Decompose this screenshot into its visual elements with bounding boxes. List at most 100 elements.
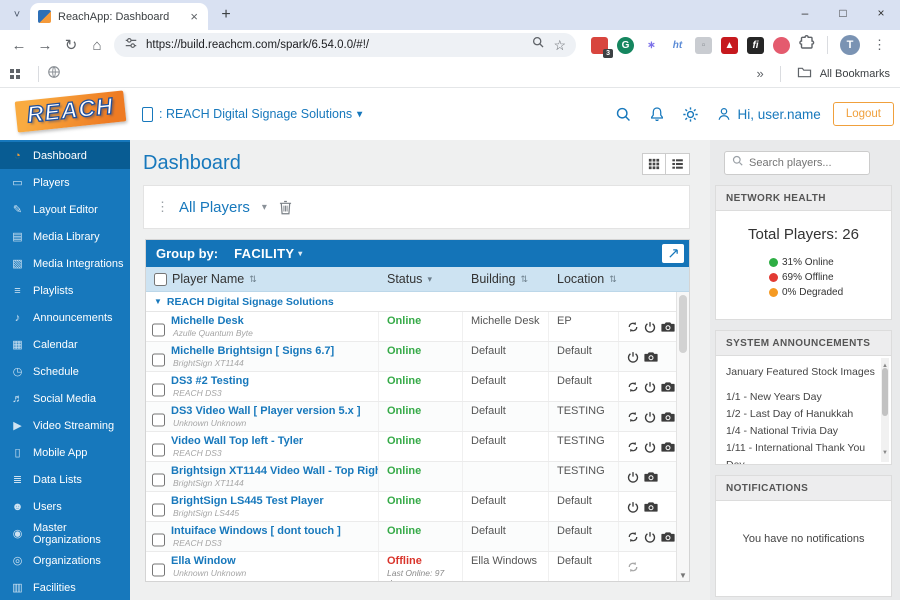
row-checkbox[interactable] — [152, 529, 165, 551]
power-icon[interactable] — [644, 441, 656, 453]
player-name-link[interactable]: Ella Window — [171, 555, 246, 567]
sort-icon[interactable]: ⇅ — [249, 274, 257, 285]
sidebar-item-users[interactable]: ☻Users — [0, 493, 130, 520]
player-name-link[interactable]: DS3 Video Wall [ Player version 5.x ] — [171, 405, 361, 417]
sidebar-item-mobile-app[interactable]: ▯Mobile App — [0, 439, 130, 466]
player-name-link[interactable]: DS3 #2 Testing — [171, 375, 249, 387]
camera-icon[interactable] — [661, 321, 675, 333]
column-header-building[interactable]: Building⇅ — [463, 267, 549, 291]
sort-icon[interactable]: ⇅ — [520, 274, 528, 285]
pink-circle-extension-icon[interactable] — [773, 37, 790, 54]
camera-icon[interactable] — [644, 351, 658, 363]
search-players-input[interactable] — [749, 157, 862, 169]
home-button[interactable]: ⌂ — [84, 32, 110, 58]
sync-icon[interactable] — [627, 381, 639, 393]
power-icon[interactable] — [627, 501, 639, 513]
row-checkbox[interactable] — [152, 469, 165, 491]
power-icon[interactable] — [644, 531, 656, 543]
announcements-scrollbar[interactable]: ▲ ▼ — [881, 358, 889, 462]
sidebar-item-master-organizations[interactable]: ◉Master Organizations — [0, 520, 130, 547]
table-scrollbar[interactable]: ▼ — [676, 292, 689, 581]
all-bookmarks-label[interactable]: All Bookmarks — [820, 68, 890, 80]
column-header-player-name[interactable]: Player Name⇅ — [146, 267, 379, 291]
camera-icon[interactable] — [661, 531, 675, 543]
select-all-checkbox[interactable] — [154, 273, 167, 286]
table-scroll-down-icon[interactable]: ▼ — [677, 571, 689, 580]
group-by-caret-icon[interactable]: ▾ — [298, 249, 302, 258]
group-collapse-caret-icon[interactable]: ▼ — [154, 297, 162, 306]
back-button[interactable]: ← — [6, 32, 32, 58]
dark-fi-extension-icon[interactable]: fi — [747, 37, 764, 54]
sidebar-item-media-library[interactable]: ▤Media Library — [0, 223, 130, 250]
notifications-bell-icon[interactable] — [649, 106, 665, 122]
table-group-row[interactable]: ▼ REACH Digital Signage Solutions — [146, 292, 689, 312]
red-badge-extension-icon[interactable]: 3 — [591, 37, 608, 54]
camera-icon[interactable] — [661, 411, 675, 423]
table-scrollbar-thumb[interactable] — [679, 295, 687, 353]
group-by-value[interactable]: FACILITY — [234, 246, 294, 261]
sort-icon[interactable]: ⇅ — [609, 274, 617, 285]
forward-button[interactable]: → — [32, 32, 58, 58]
sidebar-item-schedule[interactable]: ◷Schedule — [0, 358, 130, 385]
gray-extension-icon[interactable]: ▫ — [695, 37, 712, 54]
row-checkbox[interactable] — [152, 499, 165, 521]
bookmarks-overflow-icon[interactable]: » — [756, 66, 763, 81]
row-checkbox[interactable] — [152, 379, 165, 401]
sort-icon[interactable]: ▾ — [427, 274, 432, 285]
sidebar-item-playlists[interactable]: ≡Playlists — [0, 277, 130, 304]
row-checkbox[interactable] — [152, 319, 165, 341]
apps-grid-icon[interactable] — [10, 69, 20, 79]
row-checkbox[interactable] — [152, 559, 165, 581]
profile-avatar[interactable]: T — [840, 35, 860, 55]
user-person-icon[interactable] — [716, 106, 732, 122]
new-tab-button[interactable]: + — [214, 3, 238, 27]
sync-icon[interactable] — [627, 411, 639, 423]
sidebar-item-announcements[interactable]: ♪Announcements — [0, 304, 130, 331]
players-dropdown[interactable]: All Players — [179, 199, 250, 216]
logout-button[interactable]: Logout — [833, 102, 894, 126]
sidebar-item-facilities[interactable]: ▥Facilities — [0, 574, 130, 600]
table-expand-button[interactable] — [662, 244, 684, 263]
row-checkbox[interactable] — [152, 349, 165, 371]
players-chevron-down-icon[interactable]: ▾ — [262, 202, 267, 213]
player-search-box[interactable] — [724, 151, 870, 175]
sidebar-item-social-media[interactable]: ♬Social Media — [0, 385, 130, 412]
org-chevron-down-icon[interactable]: ▾ — [357, 109, 362, 120]
sidebar-item-media-integrations[interactable]: ▧Media Integrations — [0, 250, 130, 277]
player-name-link[interactable]: Brightsign XT1144 Video Wall - Top Right — [171, 465, 379, 477]
player-name-link[interactable]: Michelle Desk — [171, 315, 253, 327]
header-search-icon[interactable] — [615, 106, 632, 123]
extensions-puzzle-icon[interactable] — [799, 35, 815, 56]
power-icon[interactable] — [644, 381, 656, 393]
sync-icon[interactable] — [627, 441, 639, 453]
power-icon[interactable] — [644, 321, 656, 333]
all-bookmarks-folder-icon[interactable] — [797, 66, 812, 82]
row-checkbox[interactable] — [152, 409, 165, 431]
grid-view-button[interactable] — [642, 153, 666, 175]
sync-icon[interactable] — [627, 531, 639, 543]
url-text[interactable]: https://build.reachcm.com/spark/6.54.0.0… — [146, 39, 524, 51]
player-name-link[interactable]: Video Wall Top left - Tyler — [171, 435, 303, 447]
delete-group-trash-icon[interactable] — [279, 200, 292, 215]
tab-close-icon[interactable]: × — [188, 10, 200, 23]
camera-icon[interactable] — [644, 471, 658, 483]
tune-icon[interactable] — [124, 36, 138, 55]
announcements-scrollbar-thumb[interactable] — [882, 368, 888, 416]
reload-button[interactable]: ↻ — [58, 32, 84, 58]
camera-icon[interactable] — [661, 381, 675, 393]
camera-icon[interactable] — [661, 441, 675, 453]
org-title[interactable]: : REACH Digital Signage Solutions — [159, 107, 352, 121]
sidebar-item-organizations[interactable]: ◎Organizations — [0, 547, 130, 574]
browser-tab[interactable]: ReachApp: Dashboard × — [30, 3, 208, 30]
blue-chart-extension-icon[interactable]: ht — [669, 37, 686, 54]
user-greeting[interactable]: Hi, user.name — [738, 107, 821, 122]
globe-bookmark-icon[interactable] — [47, 65, 61, 82]
sidebar-item-data-lists[interactable]: ≣Data Lists — [0, 466, 130, 493]
adobe-pdf-extension-icon[interactable]: ▲ — [721, 37, 738, 54]
announcements-scroll-down-icon[interactable]: ▼ — [881, 445, 889, 462]
player-name-link[interactable]: Michelle Brightsign [ Signs 6.7] — [171, 345, 334, 357]
column-header-location[interactable]: Location⇅ — [549, 267, 619, 291]
window-close-button[interactable]: × — [862, 0, 900, 26]
browser-menu-icon[interactable]: ⋮ — [869, 37, 890, 53]
row-checkbox[interactable] — [152, 439, 165, 461]
